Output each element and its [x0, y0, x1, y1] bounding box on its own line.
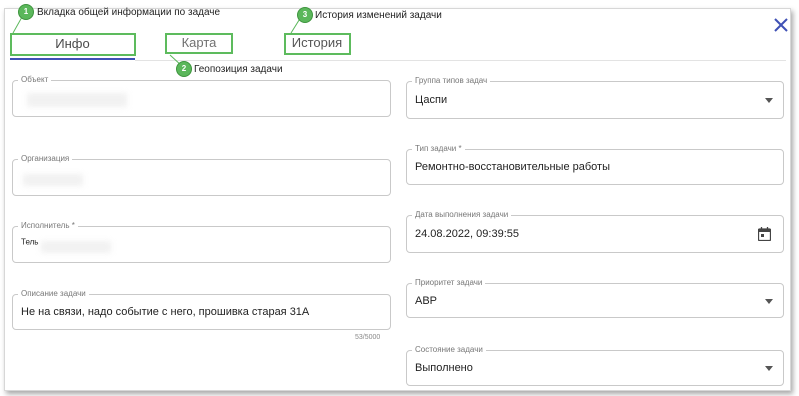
tab-history[interactable]: История — [284, 33, 350, 55]
annotation-badge-1: 1 — [18, 4, 34, 20]
priority-value: АВР — [415, 294, 438, 307]
annotation-badge-3: 3 — [297, 7, 313, 23]
annotation-text-2: Геопозиция задачи — [194, 64, 283, 75]
task-type-group-label: Группа типов задач — [412, 76, 491, 86]
active-tab-indicator — [10, 58, 135, 60]
task-dialog — [4, 8, 791, 391]
due-date-value: 24.08.2022, 09:39:55 — [415, 228, 519, 240]
chevron-down-icon[interactable] — [765, 366, 773, 371]
description-char-counter: 53/5000 — [355, 334, 381, 341]
chevron-down-icon[interactable] — [765, 98, 773, 103]
priority-label: Приоритет задачи — [412, 278, 486, 288]
priority-select[interactable]: Приоритет задачи АВР — [406, 278, 784, 318]
chevron-down-icon[interactable] — [765, 298, 773, 304]
object-value-redacted — [27, 93, 127, 107]
status-value: Выполнено — [415, 362, 473, 374]
executor-value-redacted — [41, 241, 111, 253]
organization-label: Организация — [18, 154, 73, 164]
status-label: Состояние задачи — [412, 345, 486, 355]
due-date-field[interactable]: Дата выполнения задачи 24.08.2022, 09:39… — [406, 210, 784, 253]
annotation-badge-2: 2 — [176, 61, 192, 77]
task-type-label: Тип задачи * — [412, 144, 465, 154]
organization-field[interactable]: Организация — [12, 154, 391, 196]
tab-info[interactable]: Инфо — [10, 34, 135, 56]
task-type-value: Ремонтно-восстановительные работы — [415, 161, 610, 173]
description-field[interactable]: Описание задачи Не на связи, надо событи… — [12, 289, 391, 330]
executor-label: Исполнитель * — [18, 221, 78, 231]
due-date-label: Дата выполнения задачи — [412, 210, 512, 220]
executor-field[interactable]: Исполнитель * Тель — [12, 221, 391, 263]
tab-map[interactable]: Карта — [165, 33, 233, 55]
close-icon[interactable] — [772, 16, 790, 34]
status-select[interactable]: Состояние задачи Выполнено — [406, 345, 784, 386]
executor-value: Тель — [21, 237, 39, 247]
object-field[interactable]: Объект — [12, 75, 391, 117]
annotation-text-1: Вкладка общей информации по задаче — [37, 7, 221, 18]
annotation-text-3: История изменений задачи — [315, 10, 442, 21]
tabs-divider — [135, 60, 786, 61]
calendar-icon[interactable] — [758, 227, 771, 241]
object-label: Объект — [18, 75, 52, 85]
task-type-group-select[interactable]: Группа типов задач Цаспи — [406, 76, 784, 119]
description-value: Не на связи, надо событие с него, прошив… — [21, 306, 310, 318]
description-label: Описание задачи — [18, 289, 89, 299]
task-type-group-value: Цаспи — [415, 94, 448, 106]
task-type-field[interactable]: Тип задачи * Ремонтно-восстановительные … — [406, 144, 784, 185]
organization-value-redacted — [23, 174, 83, 186]
